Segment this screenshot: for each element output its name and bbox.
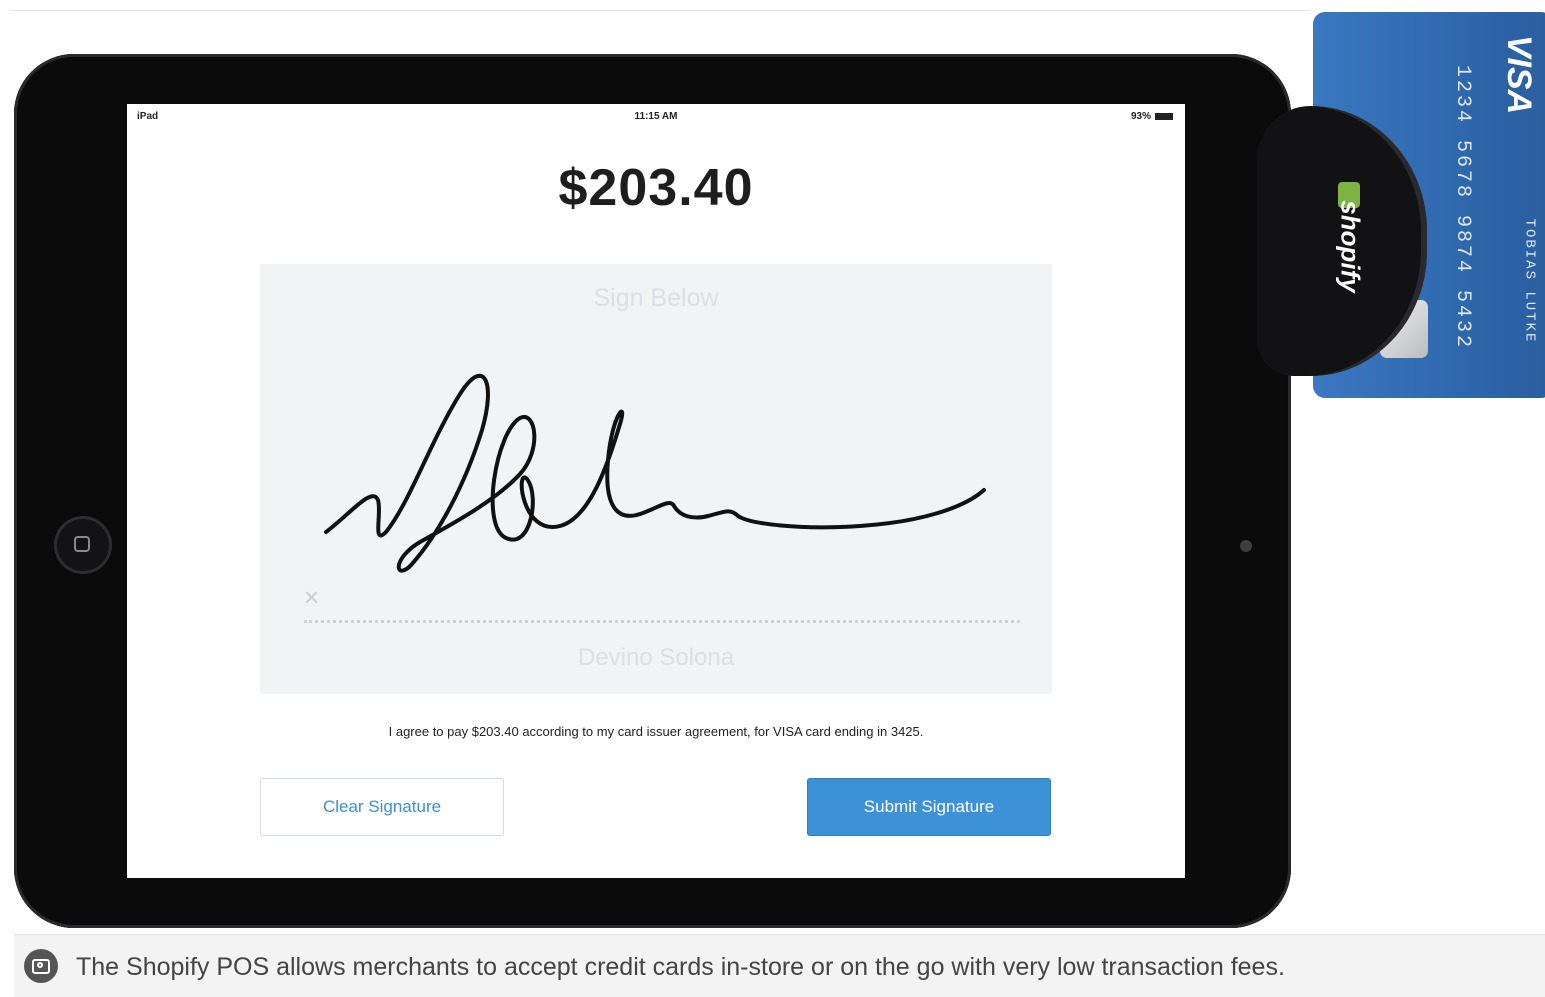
battery-label: 93%	[1130, 111, 1151, 122]
agreement-text: I agree to pay $203.40 according to my c…	[388, 724, 924, 739]
status-time: 11:15 AM	[634, 111, 678, 122]
ipad-device: iPad 11:15 AM 93% $203.40 Sign Below × D…	[14, 54, 1291, 928]
signature-pad[interactable]: Sign Below × Devino Solona	[260, 264, 1052, 694]
submit-signature-button[interactable]: Submit Signature	[807, 778, 1051, 836]
divider	[10, 10, 1310, 11]
battery-status: 93%	[1131, 111, 1173, 122]
caption-text: The Shopify POS allows merchants to acce…	[76, 953, 1285, 981]
home-button[interactable]	[54, 516, 112, 574]
home-square-icon	[74, 536, 90, 552]
shopify-logo: shopify	[1335, 199, 1366, 293]
signer-name: Devino Solona	[577, 644, 735, 671]
battery-icon	[1155, 112, 1173, 120]
product-photo: 1234 5678 9874 5432 TOBIAS LUTKE VISA iP…	[0, 0, 1545, 932]
pos-signature-screen: iPad 11:15 AM 93% $203.40 Sign Below × D…	[127, 104, 1185, 878]
clear-signature-button[interactable]: Clear Signature	[260, 778, 504, 836]
front-camera	[1240, 540, 1252, 552]
card-holder-name: TOBIAS LUTKE	[1521, 218, 1538, 344]
photo-caption: The Shopify POS allows merchants to acce…	[14, 934, 1545, 997]
x-mark-icon: ×	[304, 582, 320, 612]
status-bar: iPad 11:15 AM 93%	[127, 104, 1185, 128]
signature-line	[304, 620, 1020, 623]
payment-amount: $203.40	[558, 159, 754, 217]
card-number: 1234 5678 9874 5432	[1451, 64, 1475, 350]
visa-logo: VISA	[1500, 34, 1539, 114]
camera-icon	[24, 949, 58, 983]
signature-stroke	[324, 373, 986, 573]
